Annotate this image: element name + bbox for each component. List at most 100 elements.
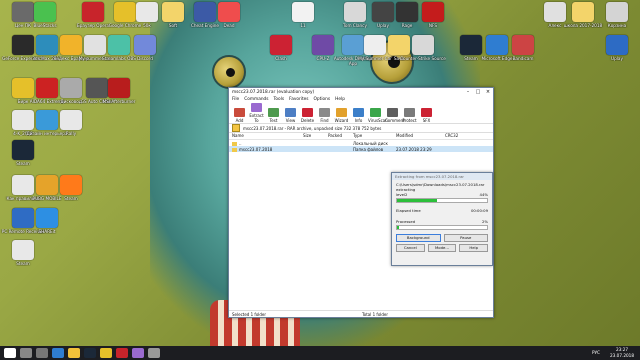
app-icon: [108, 78, 130, 98]
app-icon: [606, 35, 628, 55]
column-header-modified[interactable]: Modified: [393, 133, 442, 139]
tool-virusscan-button[interactable]: VirusScan: [368, 108, 388, 123]
desktop-icon-label: Steam: [64, 196, 78, 201]
folder-icon: [232, 141, 237, 146]
tool-add-button[interactable]: Add: [232, 108, 247, 123]
status-selected: Selected 1 folder: [232, 311, 267, 317]
taskbar-settings-icon[interactable]: [148, 348, 160, 358]
winrar-statusbar: Selected 1 folder Total 1 folder: [229, 310, 493, 317]
column-header-crc32[interactable]: CRC32: [442, 133, 485, 139]
desktop-icon-label: Steam: [16, 261, 30, 266]
desktop-icon[interactable]: Dead: [206, 2, 252, 28]
app-icon: [36, 208, 58, 228]
column-header-size[interactable]: Size: [300, 133, 325, 139]
desktop-icon-label: Rally: [65, 131, 77, 136]
menu-item-tools[interactable]: Tools: [274, 97, 285, 102]
tool-view-button[interactable]: View: [283, 108, 298, 123]
desktop-icon-label: NFS: [428, 23, 438, 28]
desktop-icon[interactable]: MSI Afterburner: [96, 78, 142, 104]
taskbar-explorer-icon[interactable]: [68, 348, 80, 358]
language-indicator[interactable]: РУС: [592, 350, 600, 355]
file-list: .. Локальный диск mscc23.07.2018 Папка файл…: [229, 140, 493, 152]
tool-label: Find: [320, 118, 329, 123]
cancel-button[interactable]: Cancel: [396, 244, 425, 252]
desktop-icon[interactable]: NFS: [410, 2, 456, 28]
taskbar-chrome-icon[interactable]: [100, 348, 112, 358]
tool-label: Comment: [385, 118, 405, 123]
menu-item-options[interactable]: Options: [314, 97, 331, 102]
tool-info-button[interactable]: Info: [351, 108, 366, 123]
menu-item-commands[interactable]: Commands: [244, 97, 268, 102]
clock-date: 23.07.2018: [610, 352, 634, 358]
desktop-icon[interactable]: Bandicam: [500, 35, 546, 61]
desktop-icon[interactable]: SHAREit: [24, 208, 70, 234]
desktop-icon-label: Discord: [137, 56, 153, 61]
desktop-icon[interactable]: Discord: [122, 35, 168, 61]
winrar-titlebar[interactable]: mscc23.07.2018.rar (evaluation copy) – □…: [229, 88, 493, 96]
file-list-header: Name Size Packed Type Modified CRC32: [229, 133, 493, 140]
app-icon: [60, 175, 82, 195]
taskbar-opera-icon[interactable]: [116, 348, 128, 358]
taskbar-edge-icon[interactable]: [52, 348, 64, 358]
desktop-icon[interactable]: Steam: [48, 175, 94, 201]
desktop-icon[interactable]: 11: [280, 2, 326, 28]
desktop-icon[interactable]: Steam: [0, 240, 46, 266]
desktop-icon-label: Uplay: [611, 56, 623, 61]
background-button[interactable]: Background: [396, 234, 441, 242]
desktop-icon-label: Clash: [275, 56, 287, 61]
taskbar-task-view-icon[interactable]: [36, 348, 48, 358]
tool-wizard-button[interactable]: Wizard: [334, 108, 349, 123]
column-header-packed[interactable]: Packed: [325, 133, 350, 139]
tool-find-button[interactable]: Find: [317, 108, 332, 123]
app-icon: [292, 2, 314, 22]
app-icon: [34, 2, 56, 22]
desktop-icon[interactable]: BlueStacks: [22, 2, 68, 28]
wizard-icon: [336, 108, 347, 117]
maximize-button[interactable]: □: [473, 88, 483, 96]
menu-item-help[interactable]: Help: [335, 97, 345, 102]
close-button[interactable]: ×: [483, 88, 493, 96]
tool-extract-to-button[interactable]: Extract To: [249, 103, 264, 123]
taskbar-winrar-icon[interactable]: [132, 348, 144, 358]
virusscan-icon: [370, 108, 381, 117]
desktop-icon-label: BlueStacks: [33, 23, 57, 28]
taskbar-start-icon[interactable]: [4, 348, 16, 358]
taskbar-clock[interactable]: 23:27 23.07.2018: [610, 347, 634, 358]
tool-delete-button[interactable]: Delete: [300, 108, 315, 123]
pause-button[interactable]: Pause: [443, 234, 488, 242]
desktop-icon[interactable]: Counter-Strike Source: [400, 35, 446, 61]
taskbar-search-icon[interactable]: [20, 348, 32, 358]
app-icon: [572, 2, 594, 22]
processed-progress-bar: [396, 225, 488, 230]
mode-button[interactable]: Mode...: [427, 244, 457, 252]
tool-protect-button[interactable]: Protect: [402, 108, 417, 123]
tool-label: Add: [235, 118, 244, 123]
file-row[interactable]: .. Локальный диск: [229, 140, 493, 146]
up-folder-icon[interactable]: [232, 124, 240, 132]
desktop-icon[interactable]: Rally: [48, 110, 94, 136]
menu-item-favorites[interactable]: Favorites: [289, 97, 308, 102]
winrar-title: mscc23.07.2018.rar (evaluation copy): [232, 89, 315, 95]
tool-comment-button[interactable]: Comment: [385, 108, 405, 123]
desktop-icon-label: Bandicam: [512, 56, 534, 61]
desktop-icon[interactable]: Uplay: [594, 35, 640, 61]
file-cell: 23.07.2018 23:29: [396, 146, 432, 152]
tool-label: Extract To: [249, 113, 264, 123]
menu-item-file[interactable]: File: [232, 97, 239, 102]
extract-progress-dialog[interactable]: Extracting from mscc23.07.2018.rar C:\Us…: [391, 172, 493, 266]
desktop-icon[interactable]: Clash: [258, 35, 304, 61]
desktop-icon[interactable]: Steam: [0, 140, 46, 166]
file-row[interactable]: mscc23.07.2018 Папка файлов 23.07.2018 23:…: [229, 146, 493, 152]
tool-test-button[interactable]: Test: [266, 108, 281, 123]
column-header-type[interactable]: Type: [350, 133, 393, 139]
wallpaper-lizard-eye-left: [212, 55, 246, 89]
app-icon: [270, 35, 292, 55]
help-button[interactable]: Help: [459, 244, 489, 252]
add-icon: [234, 108, 245, 117]
tool-sfx-button[interactable]: SFX: [419, 108, 434, 123]
taskbar-steam-icon[interactable]: [84, 348, 96, 358]
minimize-button[interactable]: –: [463, 88, 473, 96]
column-header-name[interactable]: Name: [229, 133, 300, 139]
tool-label: SFX: [422, 118, 431, 123]
desktop-icon[interactable]: Корзина: [594, 2, 640, 28]
